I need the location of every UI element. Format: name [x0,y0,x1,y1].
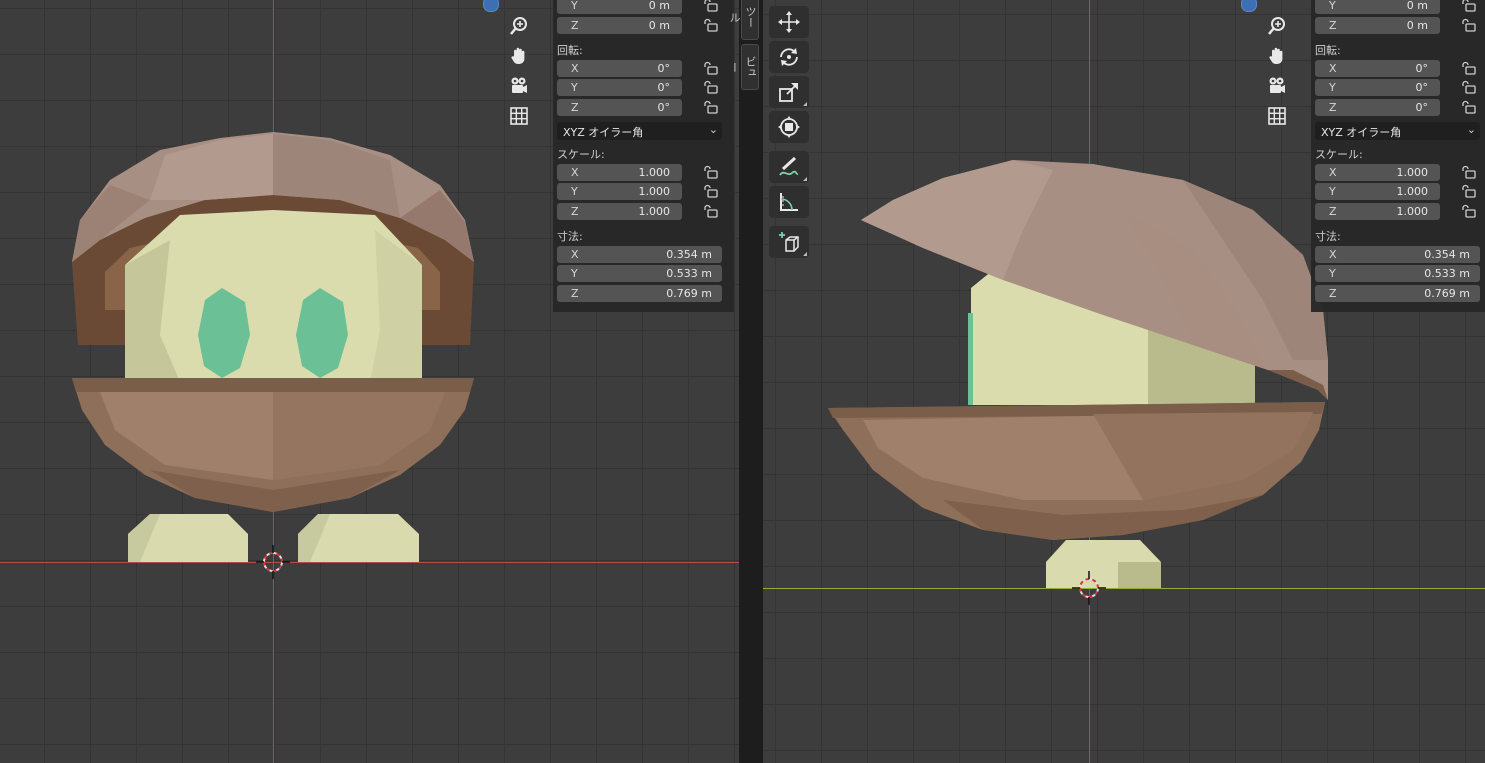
dimensions-x-field[interactable]: X 0.354 m [557,246,722,263]
dimensions-x-row[interactable]: X 0.354 m [557,246,722,263]
location-z-row[interactable]: Z0 m [1315,17,1480,34]
lock-icon[interactable] [1461,61,1477,75]
measure-icon[interactable] [769,186,809,218]
grid-icon[interactable] [1263,102,1291,130]
rotation-y-row[interactable]: Y 0° [1315,79,1480,96]
dimensions-y-field[interactable]: Y 0.533 m [1315,265,1480,282]
lock-icon[interactable] [703,165,719,179]
pan-hand-icon[interactable] [505,42,533,70]
viewport-right[interactable]: Y0 m Z0 m 回転: X 0° Y 0° Z 0° XYZ オイラー角 ⌄ スケ… [763,0,1485,763]
scale-label: スケール: [557,148,605,161]
scale-y-row[interactable]: Y 1.000 [1315,183,1480,200]
rotation-mode-dropdown[interactable]: XYZ オイラー角 ⌄ [557,122,722,140]
dimensions-z-row[interactable]: Z 0.769 m [557,285,722,302]
location-z-field[interactable]: Z0 m [557,17,682,34]
rotation-z-field[interactable]: Z 0° [557,99,682,116]
chevron-down-icon: ⌄ [1466,123,1476,136]
scale-z-row[interactable]: Z 1.000 [1315,203,1480,220]
scale-x-row[interactable]: X 1.000 [1315,164,1480,181]
lock-icon[interactable] [1461,18,1477,32]
scale-x-row[interactable]: X 1.000 [557,164,722,181]
move-icon[interactable] [769,6,809,38]
dimensions-y-row[interactable]: Y 0.533 m [557,265,722,282]
rotation-x-field[interactable]: X 0° [557,60,682,77]
lock-icon[interactable] [703,100,719,114]
area-divider[interactable] [739,0,763,763]
tab-tool[interactable]: ツール [728,0,759,40]
lock-icon[interactable] [703,61,719,75]
camera-icon[interactable] [1263,72,1291,100]
rotation-mode-dropdown[interactable]: XYZ オイラー角 ⌄ [1315,122,1480,140]
viewport-left[interactable]: Y0 m Z0 m 回転: X 0° Y 0° Z 0° XYZ オイラー角 ⌄ スケ… [0,0,739,763]
lock-icon[interactable] [1461,165,1477,179]
add-cube-icon[interactable] [769,226,809,258]
location-z-row[interactable]: Z0 m [557,17,722,34]
location-y-row[interactable]: Y0 m [557,0,722,14]
tab-view[interactable]: ビュー [728,44,759,90]
zoom-icon[interactable] [505,12,533,40]
dimensions-label: 寸法: [557,230,583,243]
navigation-gizmo-z-dot[interactable] [483,0,499,12]
dimensions-x-row[interactable]: X 0.354 m [1315,246,1480,263]
rotation-y-row[interactable]: Y 0° [557,79,722,96]
scale-y-field[interactable]: Y 1.000 [1315,183,1440,200]
dimensions-z-field[interactable]: Z 0.769 m [557,285,722,302]
rotation-x-field[interactable]: X 0° [1315,60,1440,77]
scale-y-field[interactable]: Y 1.000 [557,183,682,200]
dimensions-label: 寸法: [1315,230,1341,243]
transform-panel-right: Y0 m Z0 m 回転: X 0° Y 0° Z 0° XYZ オイラー角 ⌄ スケ… [1311,0,1485,312]
grid-icon[interactable] [505,102,533,130]
lock-icon[interactable] [703,18,719,32]
scale-z-field[interactable]: Z 1.000 [557,203,682,220]
dimensions-y-field[interactable]: Y 0.533 m [557,265,722,282]
camera-icon[interactable] [505,72,533,100]
rotate-icon[interactable] [769,41,809,73]
location-y-field[interactable]: Y0 m [557,0,682,14]
lock-icon[interactable] [1461,100,1477,114]
rotation-x-row[interactable]: X 0° [1315,60,1480,77]
scale-z-row[interactable]: Z 1.000 [557,203,722,220]
scale-z-field[interactable]: Z 1.000 [1315,203,1440,220]
location-y-row[interactable]: Y0 m [1315,0,1480,14]
lock-icon[interactable] [703,80,719,94]
lock-icon[interactable] [1461,80,1477,94]
lock-icon[interactable] [1461,0,1477,12]
zoom-icon[interactable] [1263,12,1291,40]
transform-icon[interactable] [769,111,809,143]
lock-icon[interactable] [1461,204,1477,218]
rotation-z-field[interactable]: Z 0° [1315,99,1440,116]
annotate-icon[interactable] [769,151,809,183]
lock-icon[interactable] [703,204,719,218]
location-y-field[interactable]: Y0 m [1315,0,1440,14]
chevron-down-icon: ⌄ [708,123,718,136]
lock-icon[interactable] [703,0,719,12]
rotation-z-row[interactable]: Z 0° [557,99,722,116]
dimensions-z-field[interactable]: Z 0.769 m [1315,285,1480,302]
dimensions-y-row[interactable]: Y 0.533 m [1315,265,1480,282]
dimensions-x-field[interactable]: X 0.354 m [1315,246,1480,263]
scale-icon[interactable] [769,76,809,108]
navigation-gizmo-z-dot[interactable] [1241,0,1257,12]
transform-panel-left: Y0 m Z0 m 回転: X 0° Y 0° Z 0° XYZ オイラー角 ⌄ スケ… [553,0,734,312]
scale-y-row[interactable]: Y 1.000 [557,183,722,200]
location-z-field[interactable]: Z0 m [1315,17,1440,34]
scale-x-field[interactable]: X 1.000 [1315,164,1440,181]
rotation-label: 回転: [1315,44,1341,57]
scale-label: スケール: [1315,148,1363,161]
lock-icon[interactable] [1461,184,1477,198]
rotation-y-field[interactable]: Y 0° [557,79,682,96]
scale-x-field[interactable]: X 1.000 [557,164,682,181]
rotation-y-field[interactable]: Y 0° [1315,79,1440,96]
dimensions-z-row[interactable]: Z 0.769 m [1315,285,1480,302]
rotation-x-row[interactable]: X 0° [557,60,722,77]
lock-icon[interactable] [703,184,719,198]
rotation-label: 回転: [557,44,583,57]
rotation-z-row[interactable]: Z 0° [1315,99,1480,116]
pan-hand-icon[interactable] [1263,42,1291,70]
